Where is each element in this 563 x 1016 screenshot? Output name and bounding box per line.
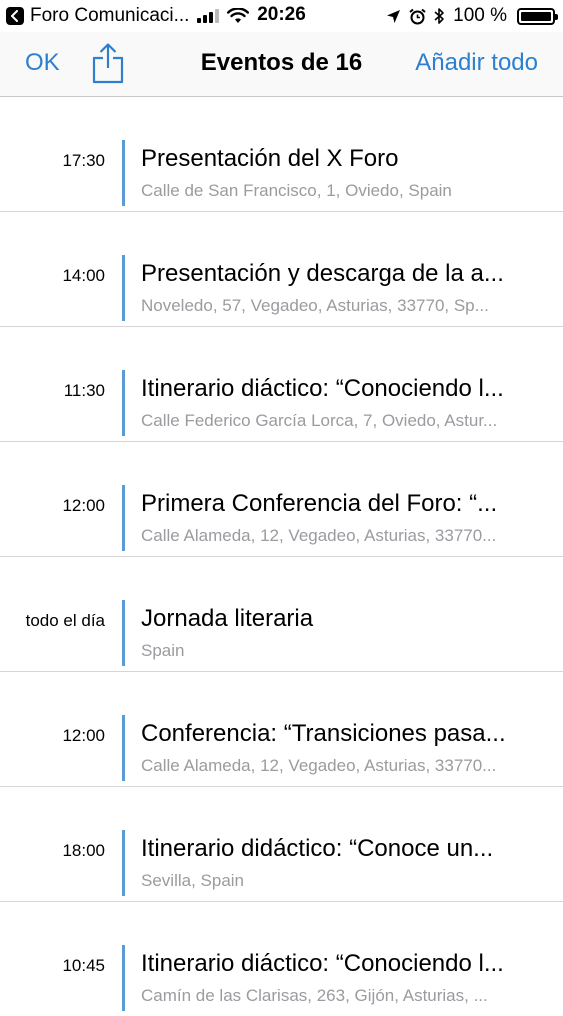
event-title: Conferencia: “Transiciones pasa... (141, 720, 506, 747)
calendar-color-bar (122, 255, 125, 321)
event-location: Calle Alameda, 12, Vegadeo, Asturias, 33… (141, 526, 497, 545)
calendar-color-bar (122, 945, 125, 1011)
event-row[interactable]: todo el día Jornada literaria Spain (0, 557, 563, 672)
event-location: Camín de las Clarisas, 263, Gijón, Astur… (141, 986, 488, 1005)
bluetooth-icon (434, 8, 444, 24)
event-title: Presentación y descarga de la a... (141, 260, 504, 287)
event-time: 11:30 (63, 381, 105, 400)
back-app-name[interactable]: Foro Comunicaci... (30, 5, 189, 27)
calendar-color-bar (122, 600, 125, 666)
event-location: Calle de San Francisco, 1, Oviedo, Spain (141, 181, 452, 200)
event-time: 14:00 (62, 266, 105, 285)
event-row[interactable]: 18:00 Itinerario didáctico: “Conoce un..… (0, 787, 563, 902)
event-title: Itinerario diáctico: “Conociendo l... (141, 375, 504, 402)
calendar-color-bar (122, 370, 125, 436)
event-location: Sevilla, Spain (141, 871, 245, 890)
event-row[interactable]: 10:45 Itinerario diáctico: “Conociendo l… (0, 902, 563, 1016)
event-time: todo el día (25, 611, 105, 630)
event-location: Calle Alameda, 12, Vegadeo, Asturias, 33… (141, 756, 497, 775)
add-all-button[interactable]: Añadir todo (415, 49, 538, 77)
back-arrow-icon[interactable] (6, 7, 24, 25)
event-time: 17:30 (62, 151, 105, 170)
battery-percentage: 100 % (453, 5, 507, 26)
event-location: Noveledo, 57, Vegadeo, Asturias, 33770, … (141, 296, 489, 315)
calendar-color-bar (122, 715, 125, 781)
navigation-bar: OK Eventos de 16 Añadir todo (0, 32, 563, 97)
event-title: Presentación del X Foro (141, 145, 399, 172)
calendar-color-bar (122, 140, 125, 206)
event-title: Itinerario diáctico: “Conociendo l... (141, 950, 504, 977)
status-bar-left: Foro Comunicaci... (6, 4, 250, 28)
battery-icon (517, 7, 558, 25)
event-title: Jornada literaria (141, 605, 314, 632)
event-list: 17:30 Presentación del X Foro Calle de S… (0, 97, 563, 1016)
event-time: 12:00 (62, 496, 105, 515)
calendar-color-bar (122, 830, 125, 896)
event-row[interactable]: 11:30 Itinerario diáctico: “Conociendo l… (0, 327, 563, 442)
battery-level (521, 11, 551, 21)
event-location: Spain (141, 641, 185, 660)
event-location: Calle Federico García Lorca, 7, Oviedo, … (141, 411, 498, 430)
calendar-color-bar (122, 485, 125, 551)
event-row[interactable]: 12:00 Primera Conferencia del Foro: “...… (0, 442, 563, 557)
status-bar: Foro Comunicaci... 20:26 100 % (0, 0, 563, 32)
event-row[interactable]: 12:00 Conferencia: “Transiciones pasa...… (0, 672, 563, 787)
event-row[interactable]: 17:30 Presentación del X Foro Calle de S… (0, 97, 563, 212)
event-title: Itinerario didáctico: “Conoce un... (141, 835, 494, 862)
wifi-icon (227, 8, 250, 23)
event-row[interactable]: 14:00 Presentación y descarga de la a...… (0, 212, 563, 327)
status-bar-right: 100 % (386, 4, 558, 28)
cellular-signal-icon (197, 9, 220, 23)
event-time: 10:45 (62, 956, 105, 975)
location-arrow-icon (387, 9, 401, 23)
event-title: Primera Conferencia del Foro: “... (141, 490, 498, 517)
alarm-clock-icon (409, 8, 426, 24)
event-time: 12:00 (62, 726, 105, 745)
event-time: 18:00 (62, 841, 105, 860)
